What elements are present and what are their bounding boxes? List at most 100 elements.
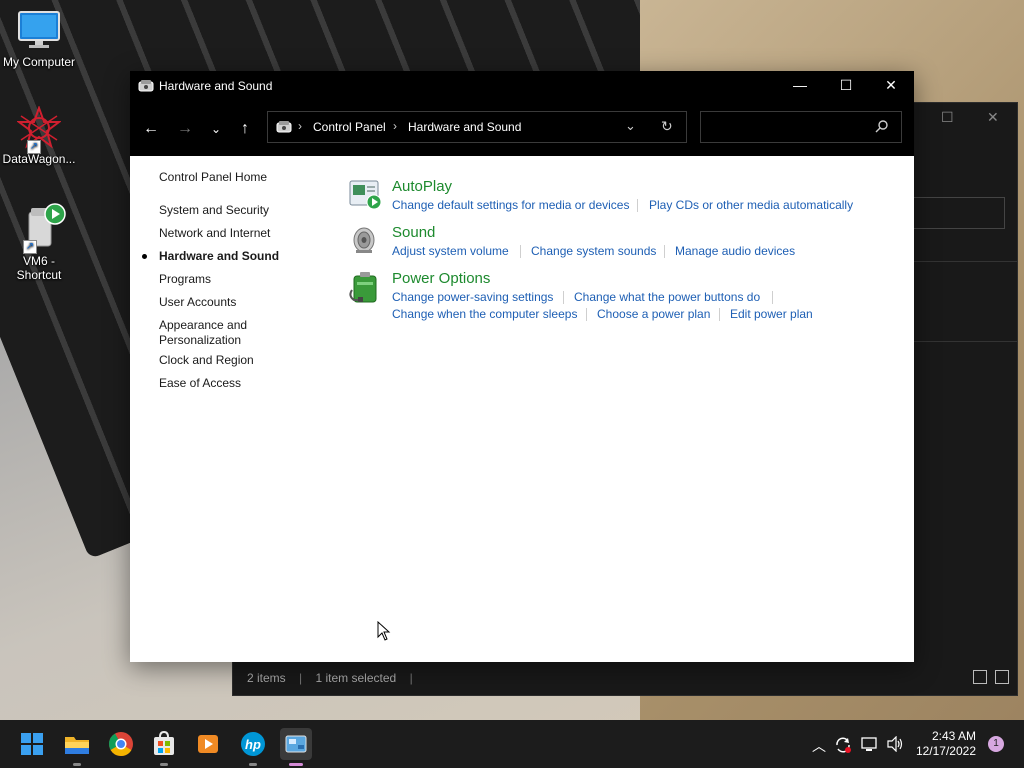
desktop-icon-my-computer[interactable]: My Computer bbox=[0, 10, 78, 69]
nav-clock-and-region[interactable]: Clock and Region bbox=[159, 353, 254, 368]
link-separator bbox=[586, 308, 587, 321]
status-item-count: 2 items bbox=[247, 671, 286, 685]
link-manage-audio-devices[interactable]: Manage audio devices bbox=[675, 244, 795, 258]
breadcrumb-chevron-icon[interactable]: › bbox=[393, 119, 397, 133]
nav-appearance-and-personalization[interactable]: Appearance and Personalization bbox=[159, 318, 247, 348]
search-input[interactable] bbox=[700, 111, 902, 143]
show-hidden-icons-chevron-icon[interactable]: ︿ bbox=[812, 736, 826, 756]
tiles-view-icon[interactable] bbox=[995, 670, 1009, 684]
divider bbox=[913, 341, 1017, 342]
status-separator: | bbox=[299, 671, 303, 685]
battery-icon[interactable] bbox=[348, 270, 382, 307]
nav-ease-of-access[interactable]: Ease of Access bbox=[159, 376, 241, 391]
hp-icon: hp bbox=[241, 732, 265, 756]
chrome-button[interactable] bbox=[105, 728, 137, 760]
desktop-icon-label: My Computer bbox=[2, 55, 76, 69]
back-arrow-icon[interactable]: ← bbox=[139, 117, 163, 141]
volume-icon[interactable] bbox=[886, 735, 904, 755]
running-indicator bbox=[73, 763, 81, 766]
link-adjust-system-volume[interactable]: Adjust system volume bbox=[392, 244, 509, 258]
window-title: Hardware and Sound bbox=[159, 79, 273, 93]
microsoft-store-button[interactable] bbox=[148, 728, 180, 766]
forward-arrow-icon[interactable]: → bbox=[173, 117, 197, 141]
address-bar[interactable]: › Control Panel › Hardware and Sound ⌄ ↻ bbox=[267, 111, 687, 143]
title-bar[interactable]: Hardware and Sound — ☐ ✕ bbox=[130, 71, 914, 100]
content-area: Control Panel Home System and Security N… bbox=[130, 156, 914, 662]
link-change-system-sounds[interactable]: Change system sounds bbox=[531, 244, 656, 258]
link-separator bbox=[664, 245, 665, 258]
shortcut-arrow-icon: ↗ bbox=[23, 240, 37, 254]
link-separator bbox=[719, 308, 720, 321]
recent-locations-chevron-icon[interactable]: ⌄ bbox=[204, 117, 228, 141]
running-indicator bbox=[249, 763, 257, 766]
link-edit-power-plan[interactable]: Edit power plan bbox=[730, 307, 813, 321]
desktop-icon-datawagon[interactable]: ↗ DataWagon... bbox=[0, 105, 78, 166]
up-arrow-icon[interactable]: ↑ bbox=[233, 117, 257, 141]
bg-close-icon[interactable]: ✕ bbox=[987, 109, 999, 126]
search-icon bbox=[875, 119, 889, 136]
file-explorer-icon bbox=[65, 737, 89, 754]
current-item-bullet-icon bbox=[142, 254, 147, 259]
maximize-button[interactable]: ☐ bbox=[823, 71, 869, 100]
category-title-sound[interactable]: Sound bbox=[392, 224, 435, 241]
link-change-power-saving-settings[interactable]: Change power-saving settings bbox=[392, 290, 553, 304]
chrome-icon bbox=[108, 732, 133, 757]
refresh-icon[interactable]: ↻ bbox=[661, 118, 673, 135]
shortcut-arrow-icon: ↗ bbox=[27, 140, 41, 154]
nav-user-accounts[interactable]: User Accounts bbox=[159, 295, 236, 310]
details-view-icon[interactable] bbox=[973, 670, 987, 684]
start-icon bbox=[21, 733, 43, 755]
breadcrumb-hardware-and-sound[interactable]: Hardware and Sound bbox=[408, 120, 521, 134]
nav-label-line1: Appearance and bbox=[159, 318, 248, 332]
desktop-icon-vm6-shortcut[interactable]: ↗ VM6 - Shortcut bbox=[0, 202, 78, 282]
nav-system-and-security[interactable]: System and Security bbox=[159, 203, 269, 218]
media-player-button[interactable] bbox=[192, 728, 224, 760]
link-separator bbox=[637, 199, 638, 212]
status-separator: | bbox=[409, 671, 413, 685]
status-bar: 2 items | 1 item selected | bbox=[233, 661, 1017, 695]
notification-badge[interactable]: 1 bbox=[988, 736, 1004, 752]
file-explorer-button[interactable] bbox=[61, 728, 93, 766]
breadcrumb-chevron-icon[interactable]: › bbox=[298, 119, 302, 133]
address-dropdown-chevron-icon[interactable]: ⌄ bbox=[625, 118, 636, 134]
link-change-when-computer-sleeps[interactable]: Change when the computer sleeps bbox=[392, 307, 577, 321]
start-button[interactable] bbox=[16, 728, 48, 760]
speaker-icon[interactable] bbox=[348, 224, 382, 259]
vm-shortcut-icon: ↗ bbox=[17, 202, 66, 254]
system-clock[interactable]: 2:43 AM 12/17/2022 bbox=[916, 729, 976, 759]
nav-control-panel-home[interactable]: Control Panel Home bbox=[159, 170, 267, 185]
running-indicator bbox=[160, 763, 168, 766]
bg-maximize-icon[interactable]: ☐ bbox=[941, 109, 954, 126]
link-separator bbox=[563, 291, 564, 304]
nav-label-line2: Personalization bbox=[159, 333, 242, 347]
link-choose-power-plan[interactable]: Choose a power plan bbox=[597, 307, 710, 321]
active-indicator bbox=[289, 763, 303, 766]
link-separator bbox=[520, 245, 521, 258]
mouse-cursor-icon bbox=[377, 620, 391, 644]
link-play-cds-automatically[interactable]: Play CDs or other media automatically bbox=[649, 198, 853, 212]
category-title-power-options[interactable]: Power Options bbox=[392, 270, 490, 287]
desktop-icon-label: DataWagon... bbox=[2, 152, 76, 166]
close-button[interactable]: ✕ bbox=[868, 71, 914, 100]
nav-hardware-and-sound[interactable]: Hardware and Sound bbox=[159, 249, 279, 264]
network-icon[interactable] bbox=[861, 736, 879, 755]
category-title-autoplay[interactable]: AutoPlay bbox=[392, 178, 452, 195]
link-change-default-settings[interactable]: Change default settings for media or dev… bbox=[392, 198, 629, 212]
sync-icon[interactable] bbox=[834, 736, 852, 757]
link-change-power-buttons[interactable]: Change what the power buttons do bbox=[574, 290, 760, 304]
nav-programs[interactable]: Programs bbox=[159, 272, 211, 287]
control-panel-taskbar-button[interactable] bbox=[280, 728, 312, 766]
datawagon-icon: ↗ bbox=[16, 105, 62, 154]
minimize-button[interactable]: — bbox=[777, 71, 823, 100]
navigation-bar: ← → ⌄ ↑ › Control Panel › Hardware and S… bbox=[130, 100, 914, 156]
breadcrumb-control-panel[interactable]: Control Panel bbox=[313, 120, 386, 134]
store-icon bbox=[154, 730, 174, 755]
status-selected-count: 1 item selected bbox=[315, 671, 397, 685]
control-panel-icon bbox=[138, 79, 154, 96]
hp-button[interactable]: hp bbox=[237, 728, 269, 766]
control-panel-icon bbox=[285, 735, 307, 753]
autoplay-icon[interactable] bbox=[348, 178, 382, 213]
clock-time: 2:43 AM bbox=[931, 729, 976, 743]
nav-network-and-internet[interactable]: Network and Internet bbox=[159, 226, 270, 241]
desktop-icon-label-line1: VM6 - bbox=[22, 254, 55, 268]
